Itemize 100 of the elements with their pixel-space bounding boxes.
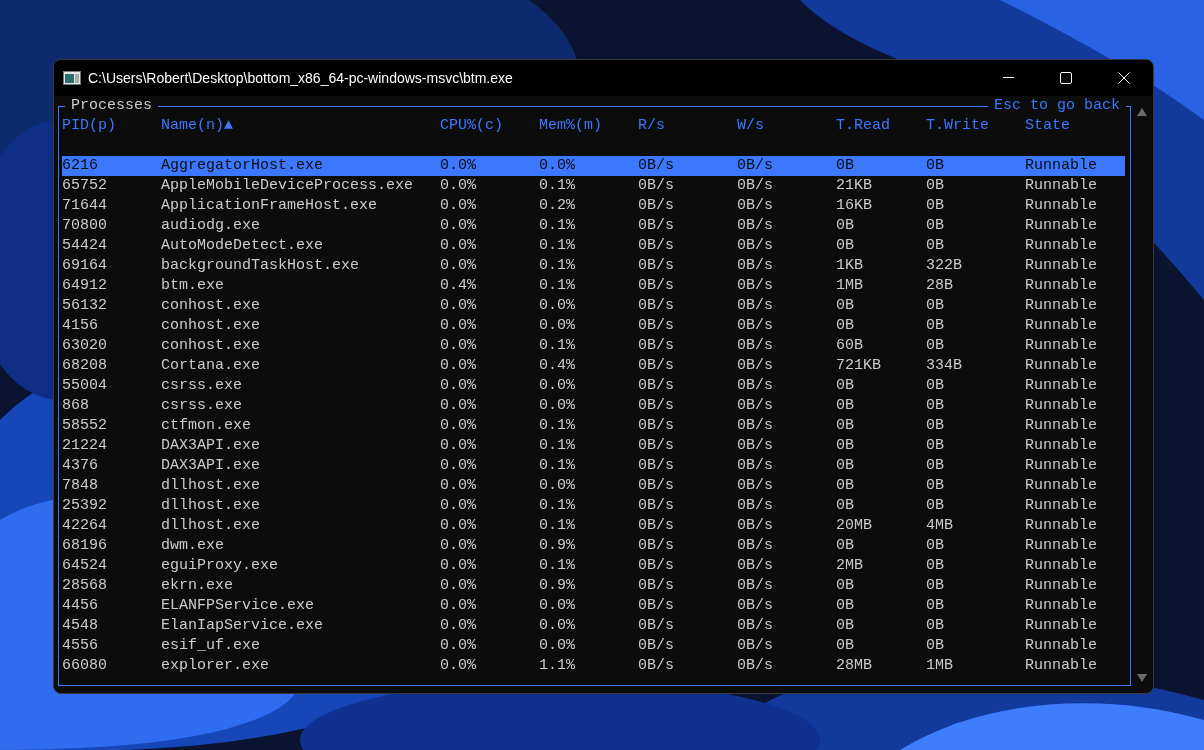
table-cell-text: Runnable (1025, 416, 1098, 436)
table-cell-text: 68208 (62, 356, 108, 376)
table-row[interactable]: 65752 AppleMobileDeviceProcess.exe 0.0% 0.1% 0B/s 0B/s 21KB 0B Runnable (62, 176, 1125, 196)
table-cell-text: 0B/s (737, 416, 774, 436)
table-cell-text: 0.1% (539, 256, 576, 276)
table-cell-text: Runnable (1025, 536, 1098, 556)
table-row[interactable]: 42264 dllhost.exe 0.0% 0.1% 0B/s 0B/s 20MB 4MB Runnable (62, 516, 1125, 536)
table-cell-text: 0B/s (737, 496, 774, 516)
table-cell-text: Runnable (1025, 296, 1098, 316)
table-row[interactable]: 25392 dllhost.exe 0.0% 0.1% 0B/s 0B/s 0B 0B Runnable (62, 496, 1125, 516)
table-cell-text: 0B (836, 296, 855, 316)
column-header[interactable]: W/s (737, 116, 836, 136)
column-header[interactable]: CPU%(c) (440, 116, 539, 136)
table-cell-text: 0B/s (638, 376, 675, 396)
table-cell-text: 0B/s (737, 216, 774, 236)
selected-row[interactable]: 6216 AggregatorHost.exe 0.0% 0.0% 0B/s 0B/s 0B 0B Runnable (62, 156, 1125, 176)
table-cell-text: 4548 (62, 616, 99, 636)
table-cell-text: 0B/s (737, 336, 774, 356)
table-cell-text: 0B (926, 456, 945, 476)
table-cell-text: 0B (926, 396, 945, 416)
table-row[interactable]: 868 csrss.exe 0.0% 0.0% 0B/s 0B/s 0B 0B Runnable (62, 396, 1125, 416)
table-cell-text: Runnable (1025, 476, 1098, 496)
table-cell-text: 0.1% (539, 216, 576, 236)
table-cell-text: 25392 (62, 496, 108, 516)
column-header[interactable]: PID(p) (62, 116, 161, 136)
table-cell-text: 0.0% (440, 636, 477, 656)
table-row[interactable]: 66080 explorer.exe 0.0% 1.1% 0B/s 0B/s 28MB 1MB Runnable (62, 656, 1125, 676)
column-header[interactable]: Mem%(m) (539, 116, 638, 136)
table-cell-text: 0B (926, 156, 945, 176)
table-row[interactable]: 56132 conhost.exe 0.0% 0.0% 0B/s 0B/s 0B 0B Runnable (62, 296, 1125, 316)
table-cell-text: Runnable (1025, 576, 1098, 596)
table-cell-text: 0B/s (737, 256, 774, 276)
table-cell-text: conhost.exe (161, 296, 262, 316)
table-cell-text: 0B (926, 496, 945, 516)
table-row[interactable]: 28568 ekrn.exe 0.0% 0.9% 0B/s 0B/s 0B 0B Runnable (62, 576, 1125, 596)
table-cell-text: 0.1% (539, 416, 576, 436)
table-cell-text: 0B/s (737, 376, 774, 396)
table-cell-text: 0.0% (539, 316, 576, 336)
table-row[interactable]: 4556 esif_uf.exe 0.0% 0.0% 0B/s 0B/s 0B 0B Runnable (62, 636, 1125, 656)
table-cell-text: 42264 (62, 516, 108, 536)
table-row[interactable]: 54424 AutoModeDetect.exe 0.0% 0.1% 0B/s 0B/s 0B 0B Runnable (62, 236, 1125, 256)
column-header[interactable]: T.Read (836, 116, 926, 136)
table-cell-text: 334B (926, 356, 963, 376)
table-cell-text: 0.9% (539, 536, 576, 556)
table-row[interactable]: 58552 ctfmon.exe 0.0% 0.1% 0B/s 0B/s 0B 0B Runnable (62, 416, 1125, 436)
column-header[interactable]: State (1025, 116, 1125, 136)
table-row[interactable]: 69164 backgroundTaskHost.exe 0.0% 0.1% 0B/s 0B/s 1KB 322B Runnable (62, 256, 1125, 276)
table-row[interactable]: 4456 ELANFPService.exe 0.0% 0.0% 0B/s 0B/s 0B 0B Runnable (62, 596, 1125, 616)
table-cell-text: Runnable (1025, 256, 1098, 276)
table-row[interactable]: 64912 btm.exe 0.4% 0.1% 0B/s 0B/s 1MB 28B Runnable (62, 276, 1125, 296)
table-cell-text: 0B/s (737, 196, 774, 216)
table-cell-text: 0B (836, 216, 855, 236)
table-cell-text: 0B/s (638, 416, 675, 436)
table-row[interactable]: 68196 dwm.exe 0.0% 0.9% 0B/s 0B/s 0B 0B Runnable (62, 536, 1125, 556)
table-row[interactable]: 4156 conhost.exe 0.0% 0.0% 0B/s 0B/s 0B 0B Runnable (62, 316, 1125, 336)
table-row[interactable]: 63020 conhost.exe 0.0% 0.1% 0B/s 0B/s 60B 0B Runnable (62, 336, 1125, 356)
table-cell-text: 0B/s (737, 356, 774, 376)
table-row[interactable]: 64524 eguiProxy.exe 0.0% 0.1% 0B/s 0B/s 2MB 0B Runnable (62, 556, 1125, 576)
table-cell-text: 6216 (62, 156, 99, 176)
table-row[interactable]: 4376 DAX3API.exe 0.0% 0.1% 0B/s 0B/s 0B 0B Runnable (62, 456, 1125, 476)
table-cell-text: 28B (926, 276, 954, 296)
table-cell-text: Runnable (1025, 156, 1098, 176)
table-cell-text: 0.0% (440, 356, 477, 376)
table-cell-text: 54424 (62, 236, 108, 256)
column-header[interactable]: T.Write (926, 116, 1025, 136)
table-cell-text: 0.0% (539, 396, 576, 416)
table-cell-text: 0.4% (440, 276, 477, 296)
table-cell-text: 0B/s (638, 476, 675, 496)
table-cell-text: 0B/s (737, 516, 774, 536)
table-cell-text: 0.0% (440, 496, 477, 516)
table-cell-text: dllhost.exe (161, 476, 262, 496)
table-row[interactable]: 7848 dllhost.exe 0.0% 0.0% 0B/s 0B/s 0B 0B Runnable (62, 476, 1125, 496)
table-cell-text: DAX3API.exe (161, 456, 262, 476)
table-cell-text: dllhost.exe (161, 516, 262, 536)
table-row[interactable]: 21224 DAX3API.exe 0.0% 0.1% 0B/s 0B/s 0B 0B Runnable (62, 436, 1125, 456)
table-cell-text: 70800 (62, 216, 108, 236)
table-cell-text: 322B (926, 256, 963, 276)
table-cell-text: 2MB (836, 556, 864, 576)
table-cell-text: 0.4% (539, 356, 576, 376)
table-cell-text: Runnable (1025, 276, 1098, 296)
table-cell-text: 0B/s (638, 236, 675, 256)
table-cell-text: 0B (836, 596, 855, 616)
console-icon (63, 71, 81, 85)
table-row[interactable]: 4548 ElanIapService.exe 0.0% 0.0% 0B/s 0B/s 0B 0B Runnable (62, 616, 1125, 636)
table-cell-text: 0B/s (737, 316, 774, 336)
table-row[interactable]: 70800 audiodg.exe 0.0% 0.1% 0B/s 0B/s 0B 0B Runnable (62, 216, 1125, 236)
table-cell-text: 0B/s (638, 256, 675, 276)
table-row[interactable]: 71644 ApplicationFrameHost.exe 0.0% 0.2% 0B/s 0B/s 16KB 0B Runnable (62, 196, 1125, 216)
table-cell-text: AutoModeDetect.exe (161, 236, 325, 256)
table-cell-text: 0B/s (638, 316, 675, 336)
table-cell-text: 0B/s (638, 636, 675, 656)
table-cell-text: 0B (926, 216, 945, 236)
table-cell-text: 0B/s (737, 296, 774, 316)
column-header[interactable]: R/s (638, 116, 737, 136)
table-cell-text: 1MB (926, 656, 954, 676)
table-cell-text: 0B/s (638, 276, 675, 296)
table-row[interactable]: 68208 Cortana.exe 0.0% 0.4% 0B/s 0B/s 721KB 334B Runnable (62, 356, 1125, 376)
column-header[interactable]: Name(n)▲ (161, 116, 440, 136)
table-row[interactable]: 55004 csrss.exe 0.0% 0.0% 0B/s 0B/s 0B 0B Runnable (62, 376, 1125, 396)
table-cell-text: 0B/s (737, 596, 774, 616)
